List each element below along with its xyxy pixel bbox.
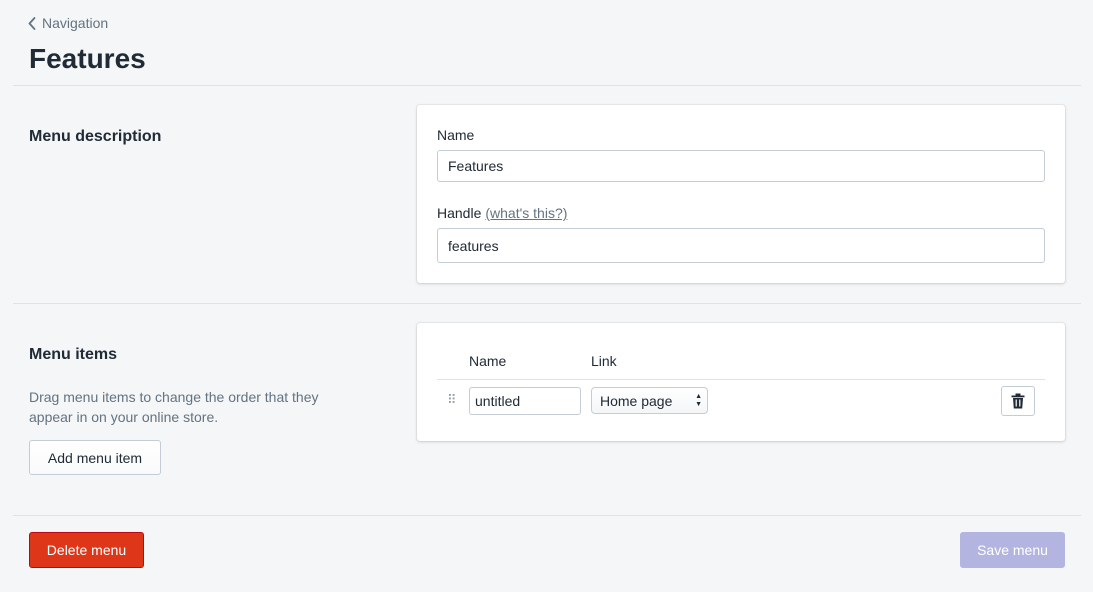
table-header-divider (437, 379, 1045, 380)
menu-item-link-value: Home page (600, 392, 673, 409)
menu-name-value: Features (448, 158, 504, 174)
menu-items-title: Menu items (29, 346, 118, 363)
chevron-left-icon (28, 16, 36, 30)
handle-label-row: Handle (what's this?) (437, 205, 567, 221)
delete-menu-button[interactable]: Delete menu (29, 532, 144, 568)
add-menu-item-button[interactable]: Add menu item (29, 440, 161, 475)
breadcrumb-back-link[interactable]: Navigation (28, 15, 108, 31)
footer-divider (13, 515, 1081, 516)
drag-handle-icon[interactable]: ⠿ (447, 392, 456, 408)
save-menu-button[interactable]: Save menu (960, 532, 1065, 568)
name-label: Name (437, 127, 475, 143)
page-title: Features (29, 43, 146, 74)
menu-item-name-input[interactable]: untitled (469, 387, 581, 415)
select-arrows-icon: ▲ ▼ (695, 393, 702, 408)
menu-items-description: Drag menu items to change the order that… (29, 389, 319, 425)
handle-help-link[interactable]: (what's this?) (485, 205, 567, 221)
menu-name-input[interactable]: Features (437, 150, 1045, 182)
menu-handle-value: features (448, 237, 499, 254)
menu-items-card: Name Link ⠿ untitled Home page ▲ ▼ (417, 323, 1065, 441)
section-divider (13, 303, 1081, 304)
menu-description-title: Menu description (29, 128, 162, 145)
menu-description-card: Name Features Handle (what's this?) featu… (417, 105, 1065, 283)
menu-handle-input[interactable]: features (437, 228, 1045, 263)
delete-menu-item-button[interactable] (1001, 386, 1035, 416)
trash-icon (1011, 393, 1025, 409)
column-header-name: Name (469, 353, 507, 369)
menu-item-name-value: untitled (475, 393, 521, 409)
column-header-link: Link (591, 353, 617, 369)
header-divider (13, 85, 1081, 86)
breadcrumb-label: Navigation (42, 15, 109, 31)
menu-item-link-select[interactable]: Home page ▲ ▼ (591, 387, 708, 414)
handle-label: Handle (437, 205, 482, 221)
